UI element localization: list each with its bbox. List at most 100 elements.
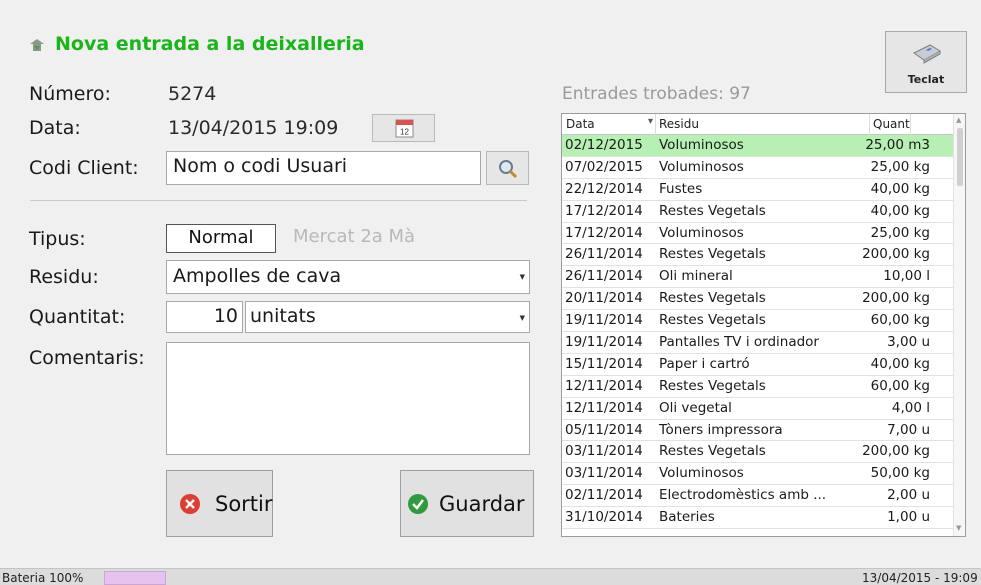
battery-label: Bateria 100% xyxy=(2,571,84,585)
cell-date: 03/11/2014 xyxy=(565,443,643,460)
calendar-button[interactable]: 12 xyxy=(372,114,435,142)
cell-date: 17/12/2014 xyxy=(565,224,643,241)
cell-date: 12/11/2014 xyxy=(565,399,643,416)
table-row[interactable]: 19/11/2014 Restes Vegetals 60,00 kg xyxy=(562,310,954,333)
cell-residu: Pantalles TV i ordinador xyxy=(659,334,819,351)
cell-residu: Restes Vegetals xyxy=(659,312,766,329)
calendar-badge: 12 xyxy=(400,128,409,137)
cell-quant: 25,00 m3 xyxy=(865,137,930,153)
client-code-input[interactable]: Nom o codi Usuari xyxy=(166,151,481,185)
comentaris-label: Comentaris: xyxy=(29,347,145,369)
cell-residu: Voluminosos xyxy=(659,465,744,482)
cell-quant: 25,00 kg xyxy=(870,224,930,241)
column-header-quant[interactable]: Quant xyxy=(873,117,910,131)
cell-quant: 40,00 kg xyxy=(870,180,930,197)
table-row[interactable]: 31/10/2014 Bateries 1,00 u xyxy=(562,507,954,530)
unit-select[interactable]: unitats ▼ xyxy=(245,301,530,333)
table-row[interactable]: 15/11/2014 Paper i cartró 40,00 kg xyxy=(562,354,954,376)
search-button[interactable] xyxy=(486,151,529,185)
table-row[interactable]: 17/12/2014 Voluminosos 25,00 kg xyxy=(562,223,954,245)
table-row[interactable]: 12/11/2014 Restes Vegetals 60,00 kg xyxy=(562,376,954,398)
guardar-button[interactable]: Guardar xyxy=(400,470,534,537)
sortir-button[interactable]: Sortir xyxy=(166,470,273,537)
data-value: 13/04/2015 19:09 xyxy=(168,117,339,139)
cell-quant: 10,00 l xyxy=(883,268,930,285)
cell-residu: Voluminosos xyxy=(659,137,744,153)
table-row[interactable]: 12/11/2014 Oli vegetal 4,00 l xyxy=(562,398,954,420)
cell-quant: 200,00 kg xyxy=(862,246,930,263)
table-row[interactable]: 17/12/2014 Restes Vegetals 40,00 kg xyxy=(562,201,954,223)
column-header-residu[interactable]: Residu xyxy=(659,117,699,131)
guardar-label: Guardar xyxy=(439,491,525,516)
sortir-label: Sortir xyxy=(215,491,273,516)
quantity-input[interactable]: 10 xyxy=(166,301,243,333)
table-header: Data ▾ Residu Quant xyxy=(562,114,954,135)
battery-indicator xyxy=(104,571,166,585)
cell-residu: Paper i cartró xyxy=(659,355,750,372)
data-label: Data: xyxy=(29,117,81,139)
cell-date: 07/02/2015 xyxy=(565,158,643,175)
cell-date: 12/11/2014 xyxy=(565,377,643,394)
recycle-icon xyxy=(27,36,47,54)
cell-quant: 50,00 kg xyxy=(870,465,930,482)
cell-quant: 7,00 u xyxy=(887,421,930,438)
keyboard-label: Teclat xyxy=(907,73,945,86)
cell-residu: Restes Vegetals xyxy=(659,377,766,394)
table-row[interactable]: 07/02/2015 Voluminosos 25,00 kg xyxy=(562,157,954,179)
cell-date: 22/12/2014 xyxy=(565,180,643,197)
tipus-option-mercat[interactable]: Mercat 2a Mà xyxy=(293,226,415,247)
tipus-option-normal[interactable]: Normal xyxy=(166,224,276,253)
table-row[interactable]: 26/11/2014 Oli mineral 10,00 l xyxy=(562,266,954,289)
keyboard-button[interactable]: Teclat xyxy=(885,31,967,93)
scroll-up-icon[interactable]: ▲ xyxy=(956,116,961,124)
cell-date: 02/11/2014 xyxy=(565,487,643,504)
cell-quant: 3,00 u xyxy=(887,334,930,351)
cell-quant: 200,00 kg xyxy=(862,443,930,460)
table-row[interactable]: 02/11/2014 Electrodomèstics amb ... 2,00 u xyxy=(562,485,954,508)
cell-residu: Tòners impressora xyxy=(659,421,783,438)
comments-textarea[interactable] xyxy=(166,342,530,455)
cell-date: 15/11/2014 xyxy=(565,355,643,372)
cell-date: 02/12/2015 xyxy=(565,137,643,153)
table-row[interactable]: 20/11/2014 Restes Vegetals 200,00 kg xyxy=(562,288,954,311)
separator xyxy=(30,200,527,201)
table-row[interactable]: 03/11/2014 Restes Vegetals 200,00 kg xyxy=(562,441,954,464)
table-row[interactable]: 02/12/2015 Voluminosos 25,00 m3 xyxy=(562,135,954,157)
cell-residu: Electrodomèstics amb ... xyxy=(659,487,827,504)
cell-residu: Restes Vegetals xyxy=(659,246,766,263)
table-row[interactable]: 03/11/2014 Voluminosos 50,00 kg xyxy=(562,463,954,486)
keyboard-icon xyxy=(913,44,941,64)
scroll-down-icon[interactable]: ▼ xyxy=(956,524,961,532)
calendar-icon: 12 xyxy=(395,119,414,138)
scrollbar-thumb[interactable] xyxy=(957,128,963,186)
table-row[interactable]: 26/11/2014 Restes Vegetals 200,00 kg xyxy=(562,244,954,267)
tipus-label: Tipus: xyxy=(29,228,86,250)
cell-date: 19/11/2014 xyxy=(565,334,643,351)
table-row[interactable]: 22/12/2014 Fustes 40,00 kg xyxy=(562,179,954,201)
cell-residu: Voluminosos xyxy=(659,158,744,175)
cell-quant: 40,00 kg xyxy=(870,202,930,219)
quantitat-label: Quantitat: xyxy=(29,306,126,328)
table-row[interactable]: 19/11/2014 Pantalles TV i ordinador 3,00 u xyxy=(562,332,954,354)
cell-date: 26/11/2014 xyxy=(565,246,643,263)
table-scrollbar[interactable]: ▲ ▼ xyxy=(953,114,965,536)
cell-date: 05/11/2014 xyxy=(565,421,643,438)
sort-desc-icon: ▾ xyxy=(648,116,654,127)
table-row[interactable]: 05/11/2014 Tòners impressora 7,00 u xyxy=(562,420,954,442)
unit-value: unitats xyxy=(250,305,316,327)
cell-residu: Bateries xyxy=(659,509,715,526)
column-header-data[interactable]: Data xyxy=(566,117,595,131)
status-clock: 13/04/2015 - 19:09 xyxy=(862,571,978,585)
cell-quant: 1,00 u xyxy=(887,509,930,526)
cell-date: 20/11/2014 xyxy=(565,290,643,307)
cell-residu: Restes Vegetals xyxy=(659,202,766,219)
page-title: Nova entrada a la deixalleria xyxy=(55,33,365,55)
cell-residu: Oli vegetal xyxy=(659,399,732,416)
cell-residu: Oli mineral xyxy=(659,268,733,285)
entries-table[interactable]: Data ▾ Residu Quant 02/12/2015 Voluminoso… xyxy=(561,113,966,537)
cell-quant: 200,00 kg xyxy=(862,290,930,307)
table-body: 02/12/2015 Voluminosos 25,00 m3 07/02/2015 V… xyxy=(562,135,954,530)
residu-select[interactable]: Ampolles de cava ▼ xyxy=(166,260,530,294)
cell-date: 19/11/2014 xyxy=(565,312,643,329)
cell-residu: Restes Vegetals xyxy=(659,290,766,307)
